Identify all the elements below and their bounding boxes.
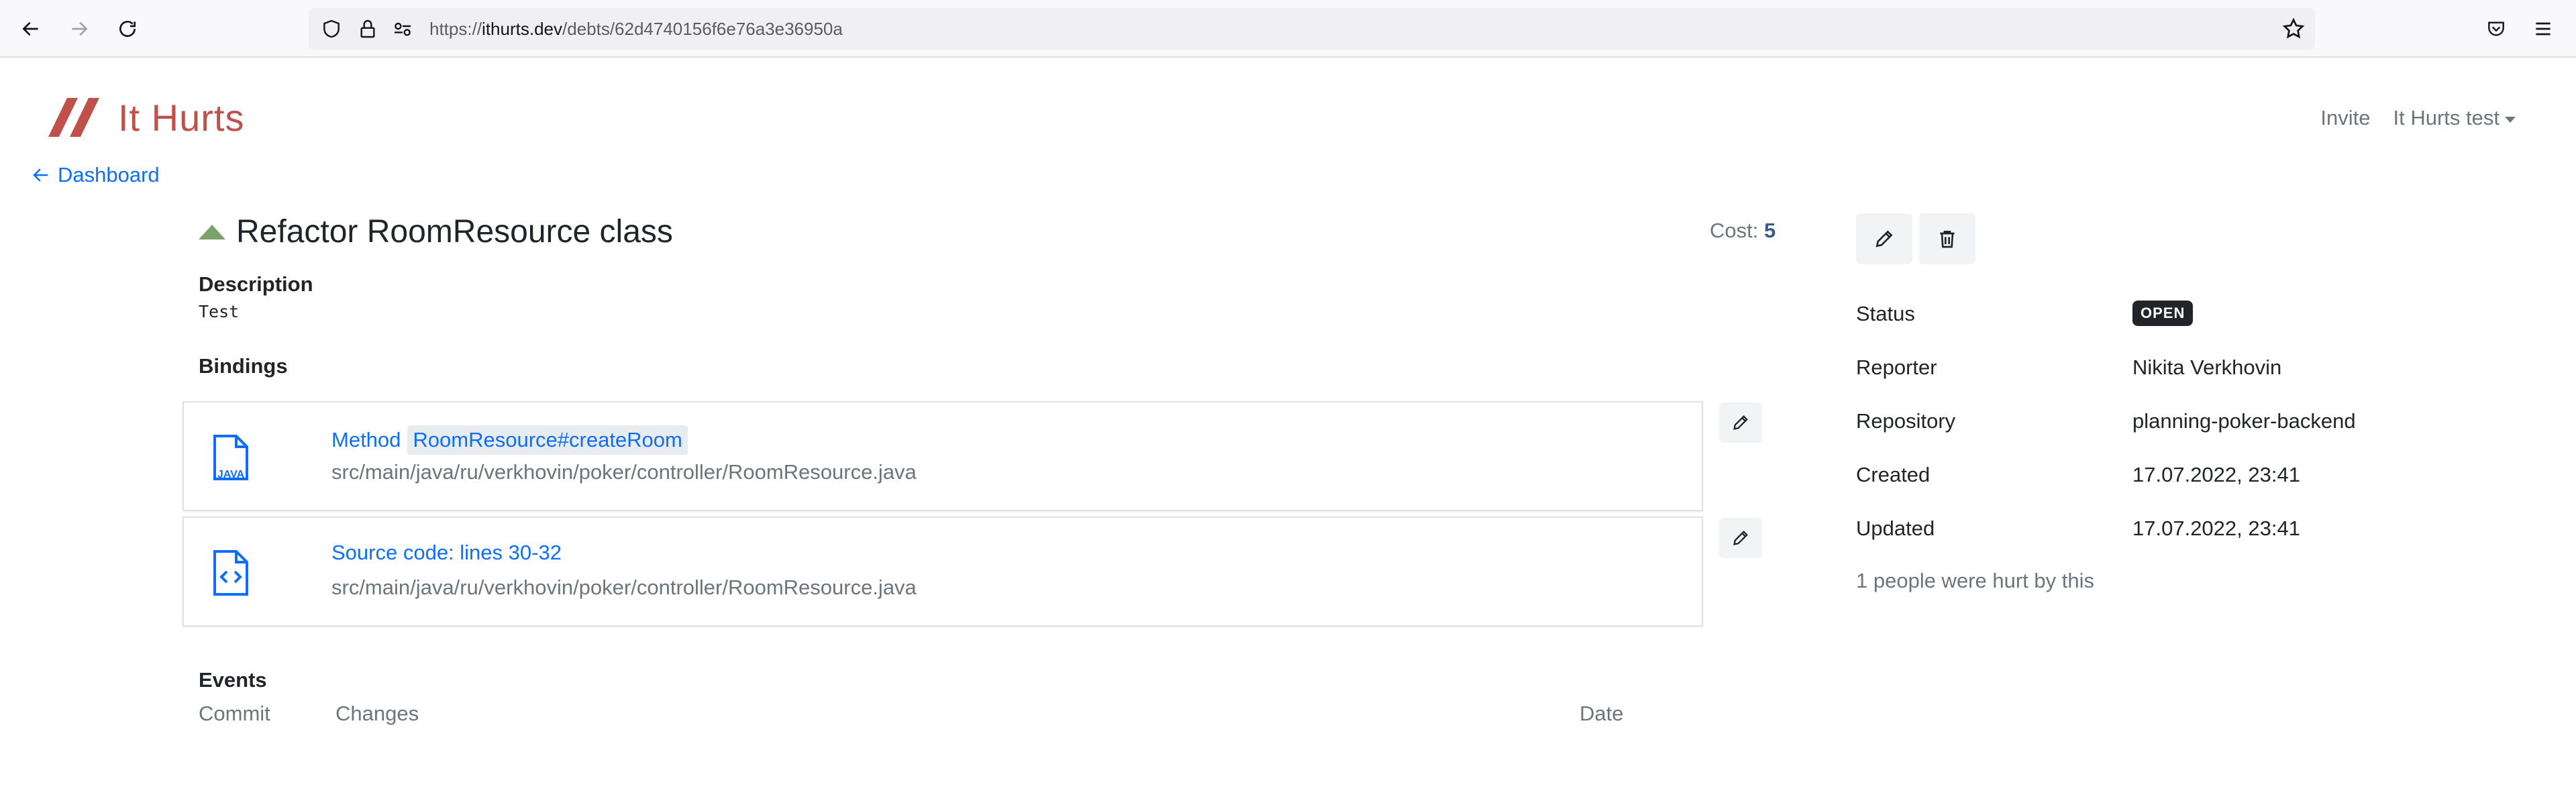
left-arrow-icon xyxy=(33,168,48,182)
binding-card: Source code: lines 30-32 src/main/java/r… xyxy=(183,517,1703,627)
binding-path: src/main/java/ru/verkhovin/poker/control… xyxy=(331,460,917,484)
events-column-commit: Commit xyxy=(199,702,270,725)
reporter-label: Reporter xyxy=(1856,356,1937,379)
caret-down-icon xyxy=(2505,116,2516,123)
bookmark-star-icon[interactable] xyxy=(2281,17,2306,41)
binding-card: JAVA Method RoomResource#createRoom src/… xyxy=(183,401,1703,511)
browser-toolbar: https://ithurts.dev/debts/62d4740156f6e7… xyxy=(0,0,2576,58)
priority-up-icon xyxy=(199,224,225,239)
invite-link[interactable]: Invite xyxy=(2320,106,2370,130)
description-text: Test xyxy=(199,302,240,321)
reload-icon[interactable] xyxy=(113,14,142,44)
reporter-value: Nikita Verkhovin xyxy=(2132,356,2282,379)
user-name: It Hurts test xyxy=(2393,106,2500,129)
binding-link[interactable]: Source code: lines 30-32 xyxy=(331,541,562,565)
brand-name: It Hurts xyxy=(118,96,245,139)
url-text[interactable]: https://ithurts.dev/debts/62d4740156f6e7… xyxy=(429,8,843,50)
trash-icon xyxy=(1940,231,1955,248)
bindings-heading: Bindings xyxy=(199,354,288,378)
events-column-date: Date xyxy=(1580,702,1624,725)
brand-logo[interactable]: It Hurts xyxy=(47,94,244,141)
edit-binding-button[interactable] xyxy=(1719,518,1762,558)
repository-value: planning-poker-backend xyxy=(2132,409,2356,433)
binding-link[interactable]: Method RoomResource#createRoom xyxy=(331,425,688,455)
permissions-icon[interactable] xyxy=(392,18,413,40)
binding-path: src/main/java/ru/verkhovin/poker/control… xyxy=(331,576,917,599)
status-badge: OPEN xyxy=(2132,301,2194,326)
events-column-changes: Changes xyxy=(336,702,419,725)
java-icon-label: JAVA xyxy=(217,469,245,480)
repository-label: Repository xyxy=(1856,409,1956,433)
edit-binding-button[interactable] xyxy=(1719,402,1762,443)
description-heading: Description xyxy=(199,272,313,296)
created-label: Created xyxy=(1856,463,1930,486)
java-file-icon: JAVA xyxy=(213,435,248,480)
hurt-count-text: 1 people were hurt by this xyxy=(1856,569,2094,592)
cost-display: Cost: 5 xyxy=(1710,219,1775,243)
pocket-icon[interactable] xyxy=(2481,14,2511,44)
events-heading: Events xyxy=(199,668,267,692)
top-nav: Invite It Hurts test xyxy=(2320,106,2516,130)
pencil-icon xyxy=(1733,415,1748,430)
code-file-icon xyxy=(213,550,248,596)
delete-debt-button[interactable] xyxy=(1919,213,1975,264)
back-arrow-icon[interactable] xyxy=(16,14,46,44)
address-bar[interactable]: https://ithurts.dev/debts/62d4740156f6e7… xyxy=(309,8,2315,50)
page-title: Refactor RoomResource class xyxy=(236,214,673,250)
updated-value: 17.07.2022, 23:41 xyxy=(2132,517,2300,540)
logo-slashes-icon xyxy=(48,98,99,137)
cost-label: Cost: xyxy=(1710,219,1759,242)
binding-target: RoomResource#createRoom xyxy=(407,425,688,455)
debt-title-row: Refactor RoomResource class xyxy=(199,213,673,250)
shield-icon[interactable] xyxy=(321,18,342,40)
edit-debt-button[interactable] xyxy=(1856,213,1912,264)
binding-kind: Method xyxy=(331,428,401,451)
cost-value: 5 xyxy=(1763,219,1776,242)
binding-source-title: Source code: lines 30-32 xyxy=(331,541,562,564)
back-link-label: Dashboard xyxy=(58,163,160,186)
created-value: 17.07.2022, 23:41 xyxy=(2132,463,2300,486)
updated-label: Updated xyxy=(1856,517,1935,540)
hamburger-menu-icon[interactable] xyxy=(2528,14,2558,44)
dashboard-back-link[interactable]: Dashboard xyxy=(31,163,160,187)
user-dropdown[interactable]: It Hurts test xyxy=(2393,106,2516,130)
pencil-icon xyxy=(1875,230,1893,248)
lock-icon[interactable] xyxy=(357,18,378,40)
pencil-icon xyxy=(1733,531,1748,545)
forward-arrow-icon[interactable] xyxy=(64,14,94,44)
status-label: Status xyxy=(1856,302,1915,325)
